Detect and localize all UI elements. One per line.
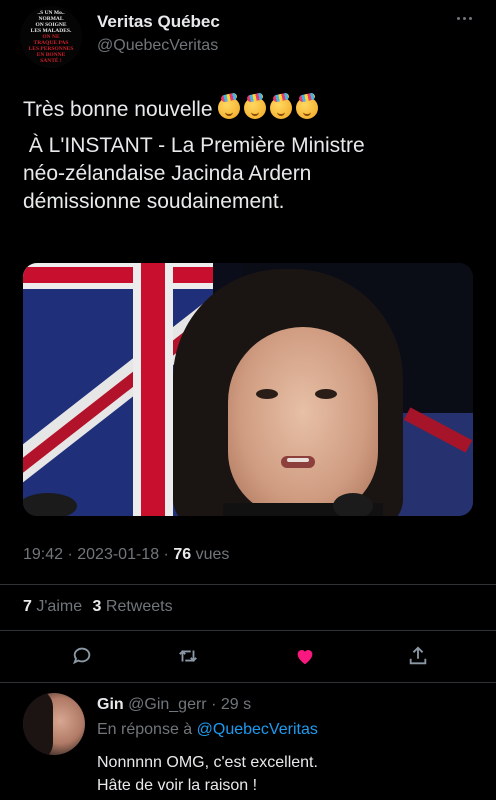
reply-icon [72,647,91,665]
divider [0,682,496,683]
reply-button[interactable] [62,636,102,676]
reply-mention-link[interactable]: @QuebecVeritas [197,721,318,738]
retweet-icon [179,650,197,662]
author-handle[interactable]: @QuebecVeritas [97,37,218,55]
tweet-stats: 7 J'aime 3 Retweets [23,598,173,616]
partying-face-emoji [270,97,293,119]
reply-text: Nonnnnn OMG, c'est excellent. Hâte de vo… [97,751,318,797]
partying-face-emoji [218,97,241,119]
retweet-button[interactable] [168,636,208,676]
partying-face-emoji [244,97,267,119]
reply-header: Gin @Gin_gerr · 29 s [97,696,251,714]
share-button[interactable] [398,636,438,676]
retweets-stat[interactable]: 3 Retweets [93,598,173,615]
reply-line1: Nonnnnn OMG, c'est excellent. [97,754,318,771]
in-reply-prefix: En réponse à [97,721,193,738]
reply-time[interactable]: · 29 s [211,696,251,713]
timestamp-text[interactable]: 19:42 · 2023-01-18 · [23,546,173,563]
reply-line2: Hâte de voir la raison ! [97,777,258,794]
author-avatar[interactable]: ..S UN Mo.. NORMAL ON SOIGNE LES MALADES. ON… [20,6,82,68]
divider [0,584,496,585]
tweet-text: Très bonne nouvelle À L'INSTANT - La Pre… [23,96,473,216]
author-display-name[interactable]: Veritas Québec [97,12,220,32]
tweet-timestamp: 19:42 · 2023-01-18 · 76 vues [23,546,229,564]
likes-stat[interactable]: 7 J'aime [23,598,82,615]
views-count: 76 [173,546,192,563]
like-button[interactable] [285,636,325,676]
in-reply-to: En réponse à @QuebecVeritas [97,721,318,739]
tweet-photo[interactable] [23,263,473,516]
like-icon [297,650,313,665]
avatar-logo-line: SANTÉ ! [40,58,62,64]
reply-avatar[interactable] [23,693,85,755]
share-icon [409,646,427,665]
reply-handle[interactable]: @Gin_gerr [128,696,207,713]
more-options-icon[interactable] [452,8,476,28]
views-label: vues [195,546,230,563]
reply-display-name[interactable]: Gin [97,696,124,713]
emoji-group [218,97,322,121]
tweet-text-body: À L'INSTANT - La Première Ministre néo-z… [23,134,365,213]
partying-face-emoji [296,97,319,119]
divider [0,630,496,631]
tweet-text-line1: Très bonne nouvelle [23,98,213,121]
